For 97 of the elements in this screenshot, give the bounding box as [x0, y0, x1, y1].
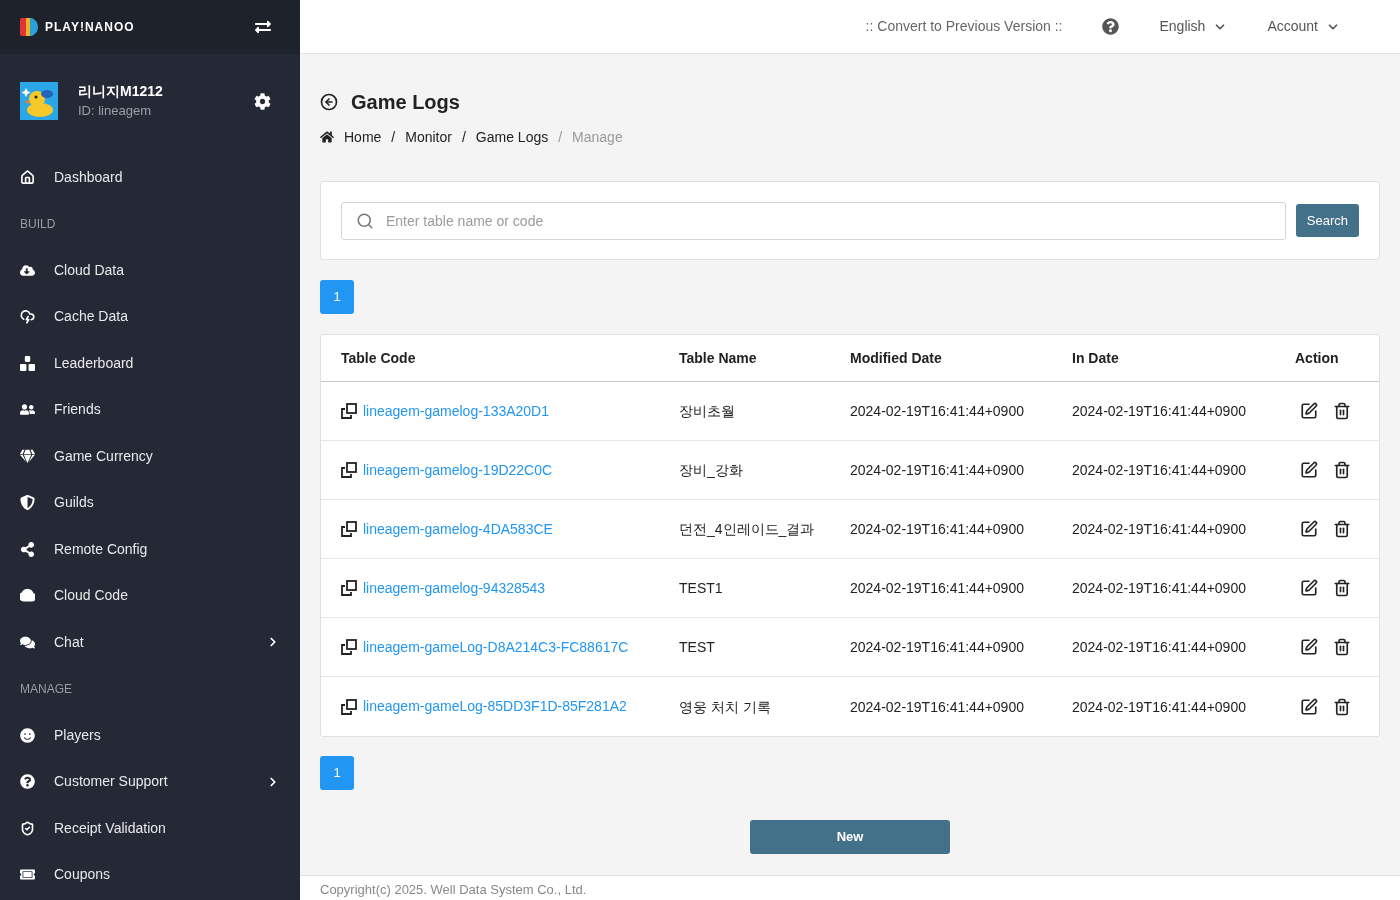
help-icon: [20, 774, 35, 790]
breadcrumb-separator: /: [558, 127, 563, 147]
table-cell: 2024-02-19T16:41:44+0900: [850, 580, 1024, 596]
edit-icon[interactable]: [1300, 402, 1318, 420]
profile-id: ID: lineagem: [78, 102, 152, 120]
table-cell: 2024-02-19T16:41:44+0900: [1072, 462, 1246, 478]
edit-icon[interactable]: [1300, 461, 1318, 479]
copy-icon[interactable]: [341, 639, 357, 655]
gem-icon: [20, 448, 35, 464]
share-icon: [20, 541, 35, 557]
section-label: MANAGE: [20, 680, 72, 698]
column-header: In Date: [1072, 350, 1119, 366]
table-cell: 2024-02-19T16:41:44+0900: [850, 698, 1024, 715]
table-cell: 2024-02-19T16:41:44+0900: [850, 521, 1024, 537]
table-cell: 장비_강화: [679, 462, 743, 478]
duck-avatar-drawing: [20, 82, 58, 120]
edit-icon[interactable]: [1300, 579, 1318, 597]
table-cell: 2024-02-19T16:41:44+0900: [850, 639, 1024, 655]
sidebar-link[interactable]: Customer Support: [0, 758, 300, 805]
table-cell: 2024-02-19T16:41:44+0900: [1072, 403, 1246, 419]
table-cell: TEST1: [679, 580, 723, 596]
table-cell: 2024-02-19T16:41:44+0900: [1072, 639, 1246, 655]
column-header: Modified Date: [850, 350, 942, 366]
breadcrumb-separator: /: [391, 127, 396, 147]
sidebar-link[interactable]: Leaderboard: [0, 340, 300, 387]
copy-icon[interactable]: [341, 521, 357, 537]
edit-icon[interactable]: [1300, 697, 1318, 716]
table-cell: 2024-02-19T16:41:44+0900: [1072, 698, 1246, 715]
breadcrumb-link[interactable]: Monitor: [405, 126, 452, 148]
convert-version-link[interactable]: :: Convert to Previous Version ::: [865, 16, 1063, 37]
trash-icon[interactable]: [1333, 402, 1351, 420]
sidebar-link[interactable]: Cache Data: [0, 293, 300, 340]
chat-icon: [20, 634, 35, 650]
table-cell: TEST: [679, 639, 715, 655]
sidebar-link[interactable]: Coupons: [0, 851, 300, 898]
column-header: Table Code: [341, 350, 416, 366]
logo-icon: [20, 18, 38, 36]
sidebar-link[interactable]: Dashboard: [0, 154, 300, 201]
breadcrumb-separator: /: [461, 127, 466, 147]
page-title: Game Logs: [351, 90, 460, 115]
breadcrumb-link[interactable]: Home: [320, 126, 382, 148]
edit-icon[interactable]: [1300, 638, 1318, 656]
sidebar-link[interactable]: Remote Config: [0, 526, 300, 573]
table-cell: 영웅 처치 기록: [679, 698, 771, 715]
copy-icon[interactable]: [341, 462, 357, 478]
search-icon: [356, 211, 374, 230]
copyright-text: Copyright(c) 2025. Well Data System Co., Ltd.: [320, 882, 588, 897]
trash-icon[interactable]: [1333, 520, 1351, 538]
trash-icon[interactable]: [1333, 638, 1351, 656]
shield-check-icon: [20, 820, 35, 836]
column-header: Table Name: [679, 350, 757, 366]
users-icon: [20, 402, 35, 418]
sidebar-link[interactable]: Friends: [0, 386, 300, 433]
sidebar-link[interactable]: Guilds: [0, 479, 300, 526]
sidebar-link[interactable]: Chat: [0, 619, 300, 666]
sidebar-link[interactable]: Players: [0, 712, 300, 759]
sidebar-link[interactable]: Cloud Data: [0, 247, 300, 294]
breadcrumb-current: Manage: [572, 127, 623, 147]
trash-icon[interactable]: [1333, 461, 1351, 479]
logo-text: PLAY!NANOO: [45, 19, 135, 36]
column-header: Action: [1295, 350, 1339, 366]
edit-icon[interactable]: [1300, 520, 1318, 538]
language-dropdown[interactable]: English: [1159, 16, 1228, 37]
back-icon[interactable]: [320, 93, 338, 111]
cloud-lightning-icon: [20, 309, 35, 325]
cloud-download-icon: [20, 262, 35, 278]
new-button[interactable]: New: [750, 820, 950, 854]
search-field[interactable]: Enter table name or code: [341, 201, 1286, 240]
copy-icon[interactable]: [341, 580, 357, 596]
section-label: BUILD: [20, 215, 56, 233]
copy-icon[interactable]: [341, 403, 357, 419]
table-cell: 장비초월: [679, 403, 735, 419]
table-cell: 2024-02-19T16:41:44+0900: [850, 462, 1024, 478]
ticket-icon: [20, 867, 35, 883]
trash-icon[interactable]: [1333, 697, 1351, 716]
smile-icon: [20, 727, 35, 743]
home-icon: [20, 169, 35, 185]
search-button[interactable]: Search: [1295, 204, 1359, 237]
blocks-icon: [20, 355, 35, 371]
cloud-icon: [20, 588, 35, 604]
shield-icon: [20, 495, 35, 511]
help-icon[interactable]: [1102, 18, 1120, 35]
sidebar-link[interactable]: Receipt Validation: [0, 805, 300, 852]
home-icon: [320, 130, 334, 144]
trash-icon[interactable]: [1333, 579, 1351, 597]
settings-icon[interactable]: [254, 92, 271, 110]
profile-name: 리니지M1212: [78, 82, 164, 101]
account-dropdown[interactable]: Account: [1267, 16, 1340, 37]
table-cell: 2024-02-19T16:41:44+0900: [850, 403, 1024, 419]
copy-icon[interactable]: [341, 698, 357, 715]
sidebar-link[interactable]: Game Currency: [0, 433, 300, 480]
table-cell: 던전_4인레이드_결과: [679, 521, 815, 537]
swap-arrows-icon[interactable]: [255, 19, 271, 35]
breadcrumb-link[interactable]: Game Logs: [475, 126, 549, 148]
table-cell: 2024-02-19T16:41:44+0900: [1072, 521, 1246, 537]
sidebar-link[interactable]: Cloud Code: [0, 572, 300, 619]
table-cell: 2024-02-19T16:41:44+0900: [1072, 580, 1246, 596]
